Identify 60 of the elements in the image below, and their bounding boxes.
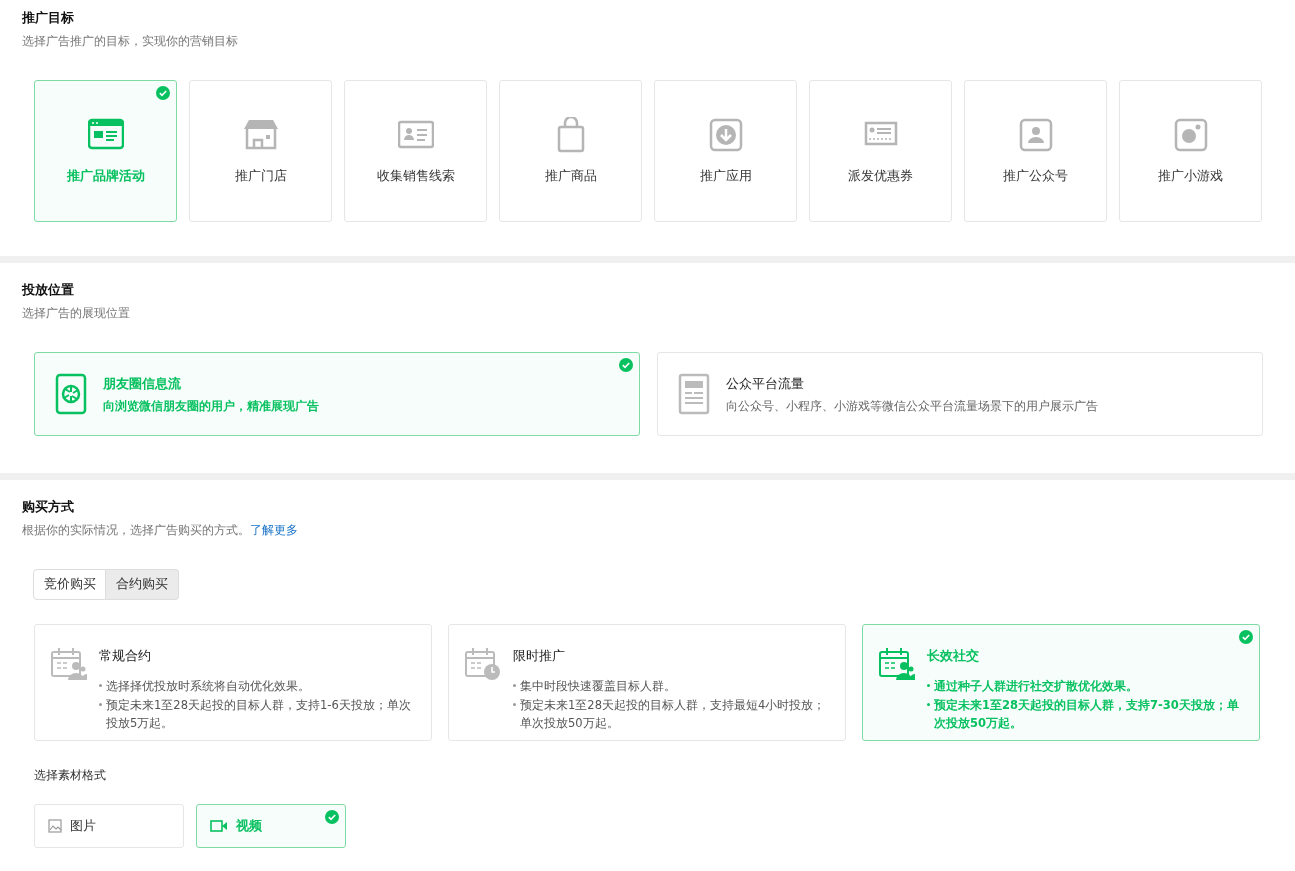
game-icon <box>1172 117 1209 153</box>
objective-label: 派发优惠券 <box>848 167 913 185</box>
section-subtitle: 选择广告推广的目标，实现你的营销目标 <box>22 33 239 50</box>
section-title: 投放位置 <box>22 281 75 299</box>
person-icon <box>1017 117 1054 153</box>
section-subtitle: 选择广告的展现位置 <box>22 305 131 322</box>
objective-label: 推广小游戏 <box>1158 167 1223 185</box>
format-label: 选择素材格式 <box>34 767 107 784</box>
format-text: 视频 <box>236 817 262 835</box>
phone-shutter-icon <box>55 373 87 415</box>
format-option[interactable]: 图片 <box>34 804 184 848</box>
plan-bullet-text: 预定未来1至28天起投的目标人群，支持最短4小时投放；单次投放50万起。 <box>520 697 827 732</box>
image-icon <box>48 819 62 833</box>
plan-bullet-text: 通过种子人群进行社交扩散优化效果。 <box>934 678 1138 695</box>
objective-label: 收集销售线索 <box>376 167 455 185</box>
objective-label: 推广公众号 <box>1003 167 1068 185</box>
plan-title: 限时推广 <box>513 647 566 665</box>
plan-title: 长效社交 <box>927 647 980 665</box>
objective-label: 推广门店 <box>234 167 287 185</box>
bullet-icon <box>513 703 516 706</box>
plan-bullet-text: 集中时段快速覆盖目标人群。 <box>520 678 676 695</box>
objective-card[interactable]: 推广商品 <box>499 80 642 222</box>
download-icon <box>707 117 744 153</box>
placement-title: 公众平台流量 <box>726 374 805 393</box>
objective-card[interactable]: 推广应用 <box>654 80 797 222</box>
placement-description: 向浏览微信朋友圈的用户，精准展现广告 <box>103 398 319 414</box>
objective-label: 推广品牌活动 <box>66 167 145 185</box>
placement-description: 向公众号、小程序、小游戏等微信公众平台流量场景下的用户展示广告 <box>726 398 1098 414</box>
plan-bullet-text: 预定未来1至28天起投的目标人群，支持1-6天投放；单次投放5万起。 <box>106 697 412 732</box>
plan-card[interactable]: 限时推广 集中时段快速覆盖目标人群。 预定未来1至28天起投的目标人群，支持最短4小时投放；单次投放50万起。 <box>448 624 846 741</box>
document-icon <box>678 373 710 415</box>
bullet-icon <box>513 684 516 687</box>
plan-card[interactable]: 常规合约 选择择优投放时系统将自动优化效果。 预定未来1至28天起投的目标人群，支持1-6天投放；单次投放5万起。 <box>34 624 432 741</box>
bullet-icon <box>99 684 102 687</box>
bullet-icon <box>927 703 930 706</box>
objective-label: 推广应用 <box>699 167 752 185</box>
objective-card[interactable]: 收集销售线索 <box>344 80 487 222</box>
objective-card[interactable]: 推广门店 <box>189 80 332 222</box>
bullet-icon <box>927 684 930 687</box>
purchase-tab[interactable]: 合约购买 <box>106 569 179 600</box>
video-camera-icon <box>210 820 228 832</box>
objective-card[interactable]: 推广小游戏 <box>1119 80 1262 222</box>
section-title: 购买方式 <box>22 498 75 516</box>
format-text: 图片 <box>70 817 96 835</box>
calendar-clock-icon <box>465 647 501 681</box>
objective-card[interactable]: 推广公众号 <box>964 80 1107 222</box>
placement-title: 朋友圈信息流 <box>103 374 182 393</box>
plan-bullet-text: 选择择优投放时系统将自动优化效果。 <box>106 678 310 695</box>
calendar-people-icon <box>879 647 915 681</box>
placement-card[interactable]: 公众平台流量 向公众号、小程序、小游戏等微信公众平台流量场景下的用户展示广告 <box>657 352 1263 436</box>
section-subtitle: 根据你的实际情况，选择广告购买的方式。了解更多 <box>22 522 299 539</box>
objective-label: 推广商品 <box>544 167 597 185</box>
calendar-people-icon <box>51 647 87 681</box>
purchase-tab[interactable]: 竞价购买 <box>33 569 106 600</box>
learn-more-link[interactable]: 了解更多 <box>250 523 298 537</box>
section-title: 推广目标 <box>22 9 75 27</box>
plan-title: 常规合约 <box>99 647 152 665</box>
plan-bullet-text: 预定未来1至28天起投的目标人群，支持7-30天投放；单次投放50万起。 <box>934 697 1240 732</box>
objective-card[interactable]: 派发优惠券 <box>809 80 952 222</box>
bullet-icon <box>99 703 102 706</box>
